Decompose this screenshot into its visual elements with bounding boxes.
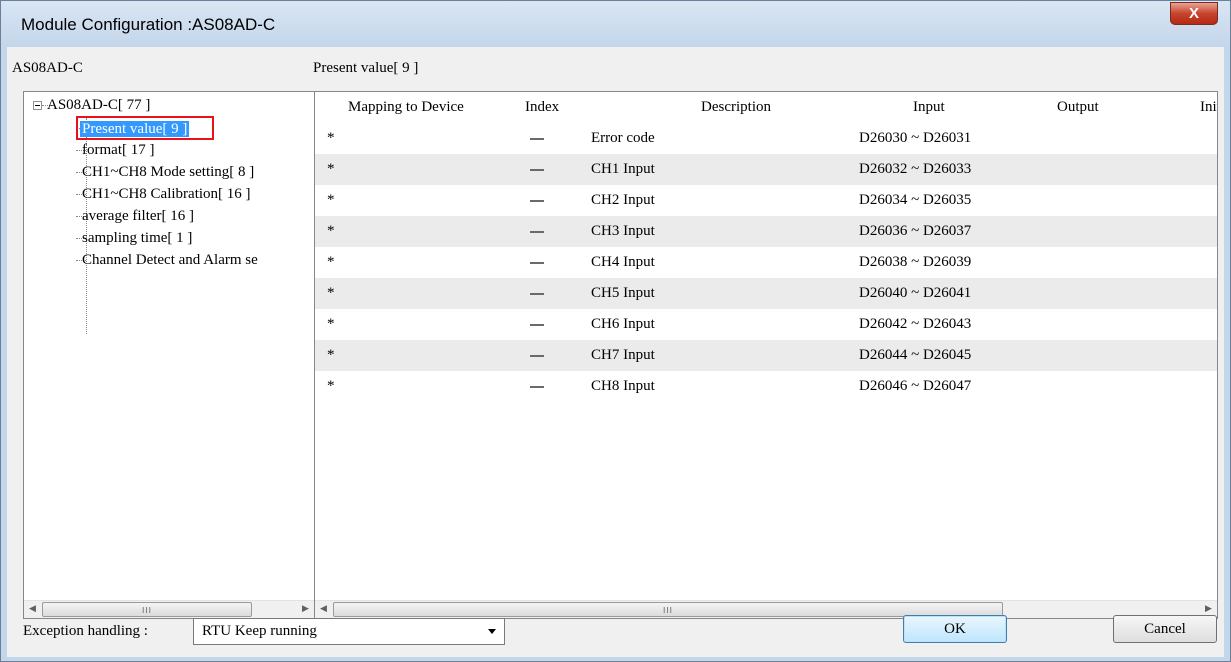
title-bar[interactable]: Module Configuration :AS08AD-C X xyxy=(1,1,1230,47)
cell-index xyxy=(530,169,544,171)
tree-item-average-filter[interactable]: average filter[ 16 ] xyxy=(82,205,194,227)
window-title: Module Configuration :AS08AD-C xyxy=(21,15,276,34)
cell-input: D26046 ~ D26047 xyxy=(859,378,972,394)
cell-mapping: * xyxy=(327,316,335,332)
cell-description: CH3 Input xyxy=(591,223,655,239)
close-icon: X xyxy=(1188,5,1199,22)
cell-description: CH1 Input xyxy=(591,161,655,177)
tree-item-sampling-time[interactable]: sampling time[ 1 ] xyxy=(82,227,192,249)
cell-mapping: * xyxy=(327,223,335,239)
tree-item-calibration[interactable]: CH1~CH8 Calibration[ 16 ] xyxy=(82,183,251,205)
column-header-description[interactable]: Description xyxy=(701,99,771,116)
scroll-grip: III xyxy=(662,606,674,615)
collapse-icon[interactable] xyxy=(33,101,42,110)
cell-index xyxy=(530,262,544,264)
cell-mapping: * xyxy=(327,347,335,363)
exception-handling-value: RTU Keep running xyxy=(202,623,317,639)
left-panel-header: AS08AD-C xyxy=(12,60,83,76)
cell-input: D26042 ~ D26043 xyxy=(859,316,972,332)
ok-button[interactable]: OK xyxy=(903,615,1007,643)
cell-input: D26040 ~ D26041 xyxy=(859,285,972,301)
cell-description: CH7 Input xyxy=(591,347,655,363)
scroll-right-icon[interactable]: ▶ xyxy=(297,601,314,618)
cell-index xyxy=(530,386,544,388)
column-header-input[interactable]: Input xyxy=(913,99,945,116)
cell-description: Error code xyxy=(591,130,655,146)
cell-description: CH5 Input xyxy=(591,285,655,301)
cell-description: CH4 Input xyxy=(591,254,655,270)
column-header-init[interactable]: Init xyxy=(1200,99,1217,116)
scroll-left-icon[interactable]: ◀ xyxy=(24,601,41,618)
close-button[interactable]: X xyxy=(1170,2,1218,25)
cell-mapping: * xyxy=(327,161,335,177)
cell-input: D26036 ~ D26037 xyxy=(859,223,972,239)
cell-mapping: * xyxy=(327,130,335,146)
cell-index xyxy=(530,324,544,326)
cancel-button[interactable]: Cancel xyxy=(1113,615,1217,643)
table-row[interactable]: * CH7 Input D26044 ~ D26045 xyxy=(315,340,1217,371)
cell-index xyxy=(530,231,544,233)
present-value-table[interactable]: Mapping to Device Index Description Inpu… xyxy=(314,91,1218,619)
table-row[interactable]: * CH2 Input D26034 ~ D26035 xyxy=(315,185,1217,216)
cell-mapping: * xyxy=(327,254,335,270)
column-header-output[interactable]: Output xyxy=(1057,99,1099,116)
exception-handling-select[interactable]: RTU Keep running xyxy=(193,618,505,645)
table-row[interactable]: * CH8 Input D26046 ~ D26047 xyxy=(315,371,1217,402)
cell-index xyxy=(530,200,544,202)
cell-mapping: * xyxy=(327,378,335,394)
cell-index xyxy=(530,293,544,295)
tree-item-channel-detect[interactable]: Channel Detect and Alarm se xyxy=(82,249,258,271)
tree-item-format[interactable]: format[ 17 ] xyxy=(82,139,154,161)
table-horizontal-scrollbar[interactable]: ◀ III ▶ xyxy=(315,600,1217,618)
scroll-thumb[interactable]: III xyxy=(333,602,1003,617)
cell-input: D26032 ~ D26033 xyxy=(859,161,972,177)
cell-input: D26030 ~ D26031 xyxy=(859,130,972,146)
table-row[interactable]: * CH3 Input D26036 ~ D26037 xyxy=(315,216,1217,247)
cell-input: D26034 ~ D26035 xyxy=(859,192,972,208)
cell-index xyxy=(530,355,544,357)
cell-mapping: * xyxy=(327,192,335,208)
table-row[interactable]: * CH4 Input D26038 ~ D26039 xyxy=(315,247,1217,278)
cell-index xyxy=(530,138,544,140)
table-header: Mapping to Device Index Description Inpu… xyxy=(315,92,1217,123)
cell-description: CH8 Input xyxy=(591,378,655,394)
column-header-index[interactable]: Index xyxy=(525,99,559,116)
scroll-thumb[interactable]: III xyxy=(42,602,252,617)
cell-input: D26038 ~ D26039 xyxy=(859,254,972,270)
module-configuration-window: Module Configuration :AS08AD-C X AS08AD-… xyxy=(0,0,1231,662)
highlight-box xyxy=(76,116,214,140)
chevron-down-icon xyxy=(488,629,496,634)
exception-handling-label: Exception handling : xyxy=(23,623,148,639)
cell-input: D26044 ~ D26045 xyxy=(859,347,972,363)
table-row[interactable]: * CH5 Input D26040 ~ D26041 xyxy=(315,278,1217,309)
table-row[interactable]: * CH1 Input D26032 ~ D26033 xyxy=(315,154,1217,185)
table-row[interactable]: * Error code D26030 ~ D26031 xyxy=(315,123,1217,154)
tree-item-mode-setting[interactable]: CH1~CH8 Mode setting[ 8 ] xyxy=(82,161,254,183)
column-header-mapping[interactable]: Mapping to Device xyxy=(348,99,464,116)
dialog-body: AS08AD-C Present value[ 9 ] AS08AD-C[ 77… xyxy=(7,47,1224,657)
cell-mapping: * xyxy=(327,285,335,301)
module-tree[interactable]: AS08AD-C[ 77 ] Present value[ 9 ] format… xyxy=(23,91,315,619)
scroll-grip: III xyxy=(141,606,153,615)
cell-description: CH6 Input xyxy=(591,316,655,332)
scroll-left-icon[interactable]: ◀ xyxy=(315,601,332,618)
right-panel-header: Present value[ 9 ] xyxy=(313,60,419,76)
tree-horizontal-scrollbar[interactable]: ◀ III ▶ xyxy=(24,600,314,618)
table-row[interactable]: * CH6 Input D26042 ~ D26043 xyxy=(315,309,1217,340)
cell-description: CH2 Input xyxy=(591,192,655,208)
tree-root[interactable]: AS08AD-C[ 77 ] xyxy=(47,94,150,116)
